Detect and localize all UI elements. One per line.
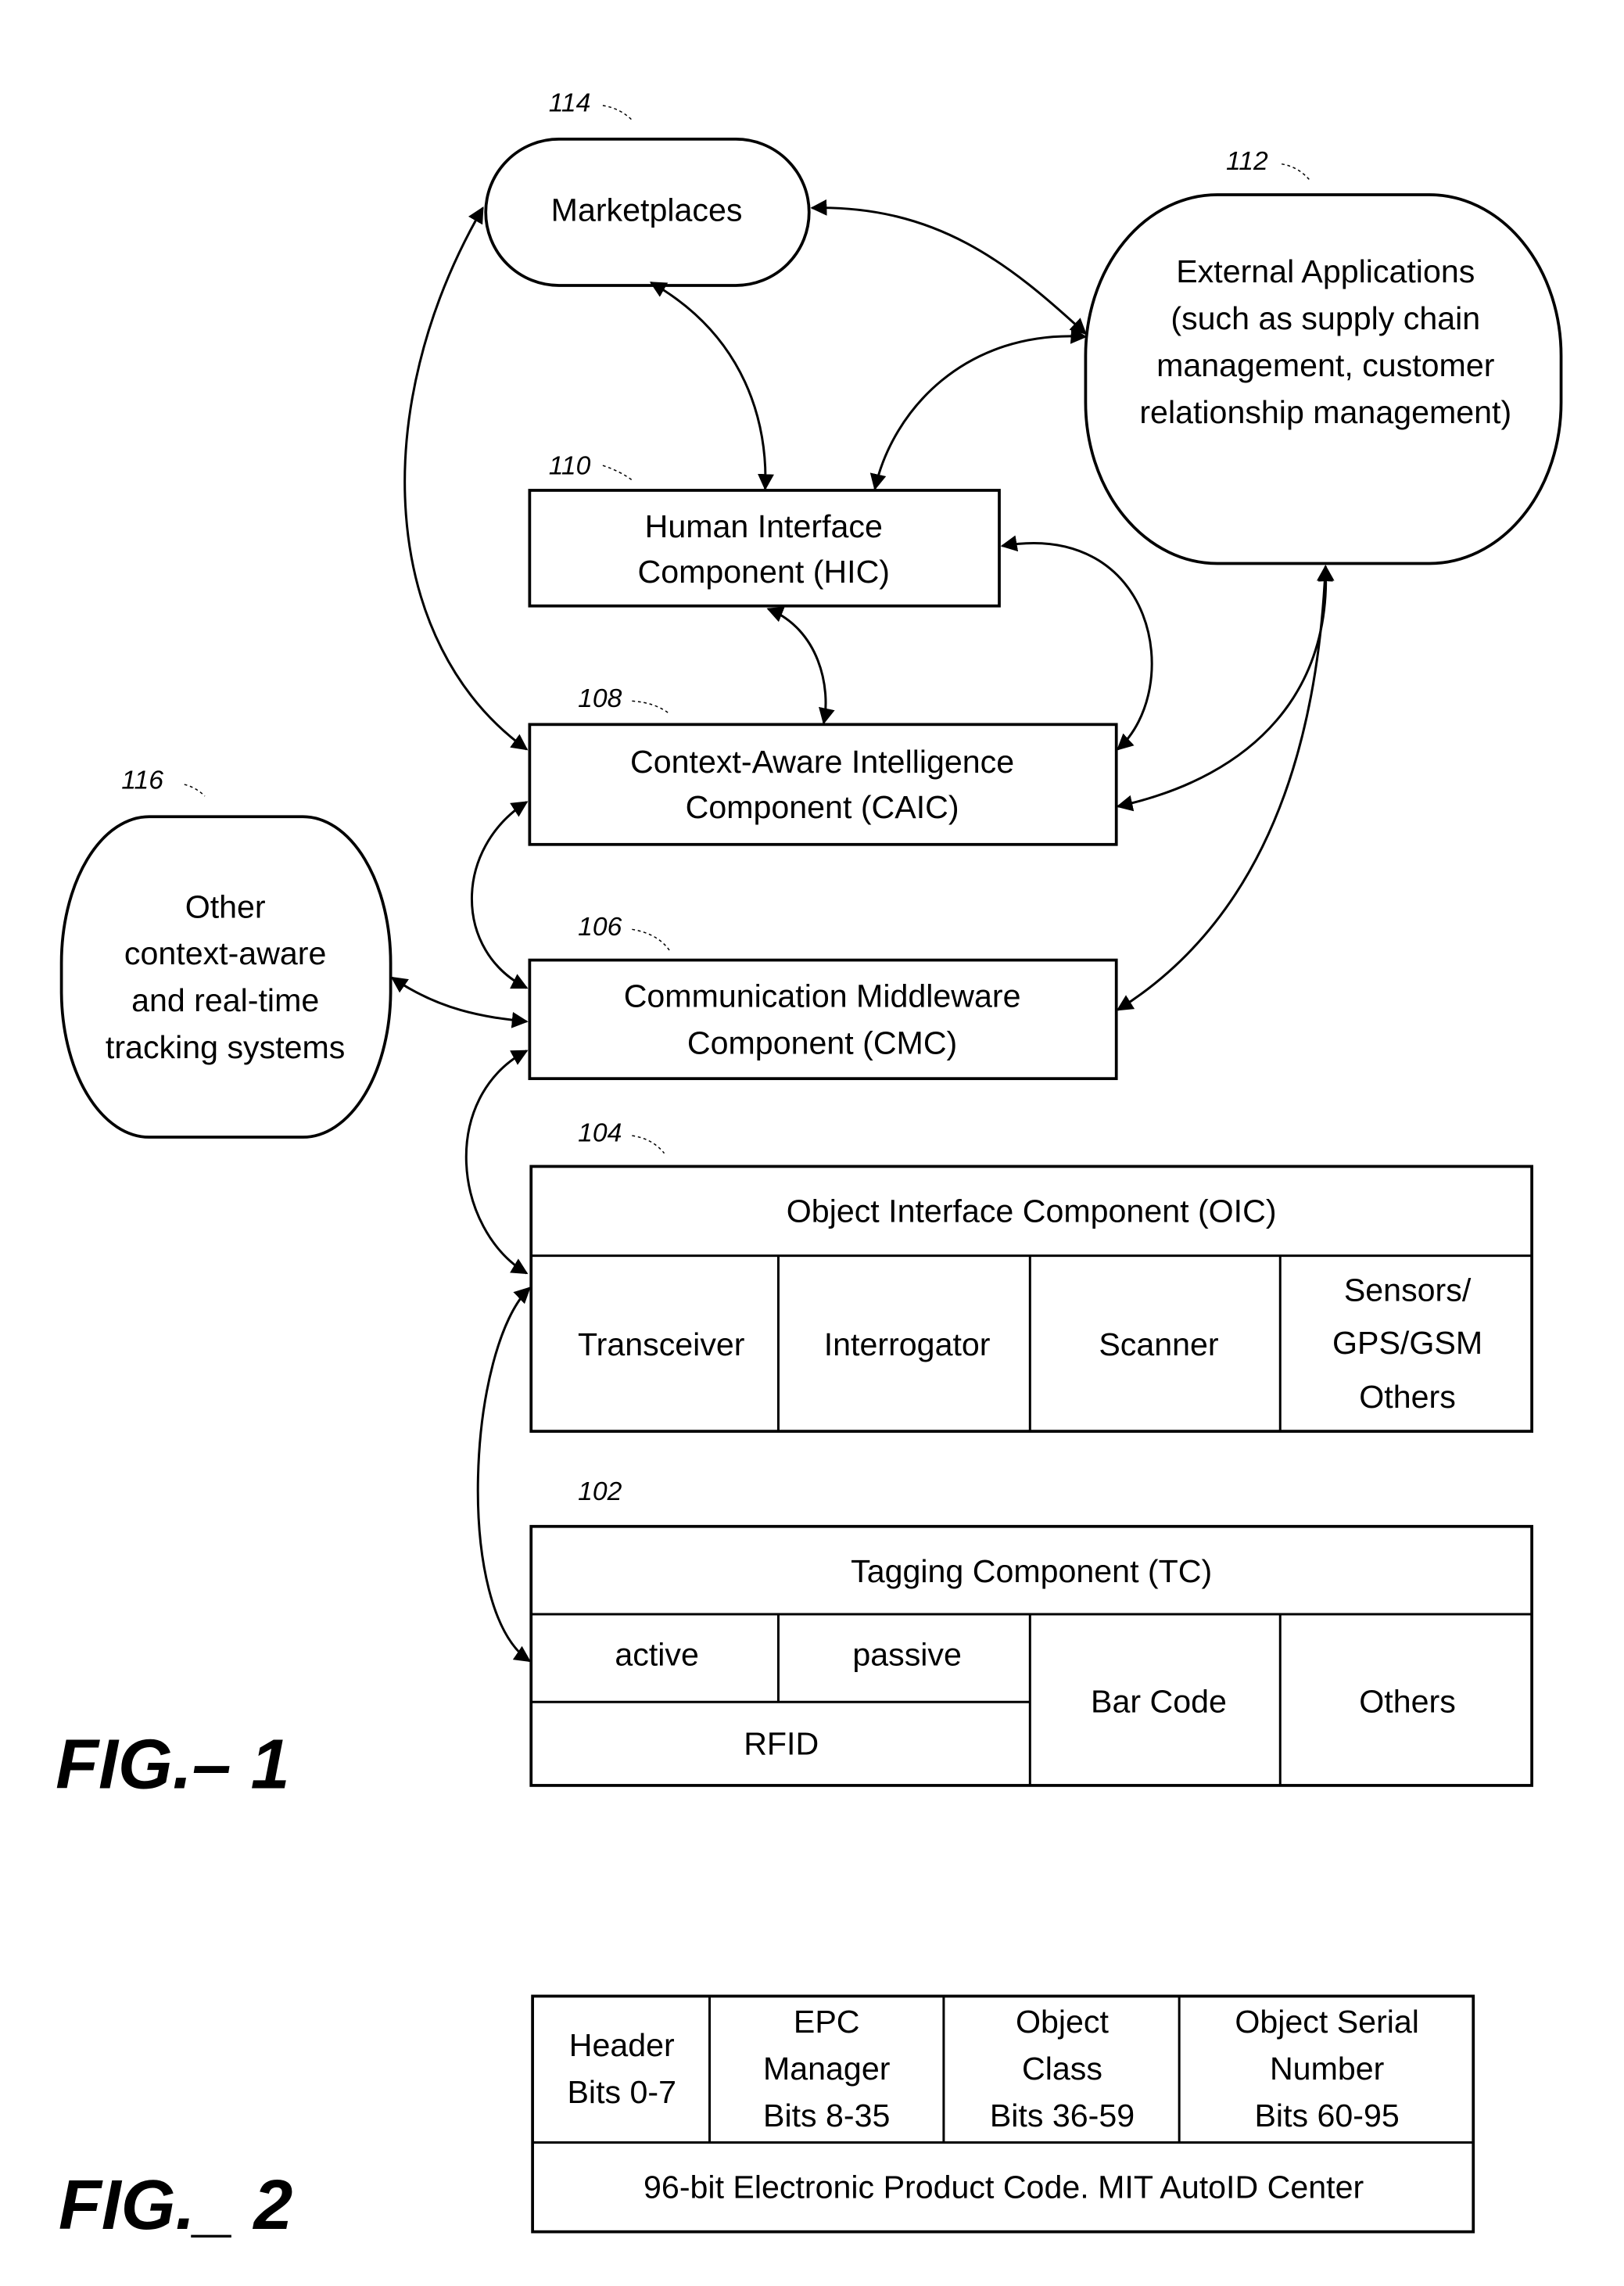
epc-manager-1: EPC <box>794 2004 860 2040</box>
external-applications-label-2: (such as supply chain <box>1170 300 1480 336</box>
ref-106: 106 <box>578 913 622 942</box>
external-applications-node: External Applications (such as supply ch… <box>1084 193 1563 565</box>
ref-112: 112 <box>1226 147 1268 176</box>
other-systems-node: Other context-aware and real-time tracki… <box>59 815 393 1139</box>
epc-object-class-1: Object <box>1016 2004 1110 2040</box>
tc-cell-others: Others <box>1359 1683 1456 1719</box>
hic-node: Human Interface Component (HIC) <box>528 489 1001 608</box>
epc-footer: 96-bit Electronic Product Code. MIT Auto… <box>644 2169 1364 2205</box>
oic-cell-sensors-3: Others <box>1359 1379 1456 1415</box>
fig2-caption: FIG._ 2 <box>59 2166 292 2245</box>
other-systems-label-2: context-aware <box>124 935 327 971</box>
oic-cell-scanner: Scanner <box>1099 1326 1219 1362</box>
oic-title: Object Interface Component (OIC) <box>787 1193 1277 1229</box>
external-applications-label-4: relationship management) <box>1139 394 1511 430</box>
oic-node: Object Interface Component (OIC) Transce… <box>529 1165 1533 1433</box>
caic-label-2: Component (CAIC) <box>686 789 959 825</box>
patent-figure: 114 112 110 108 116 106 104 102 Marketpl… <box>56 88 1563 2245</box>
arrow-marketplaces-hic <box>649 281 774 491</box>
tc-cell-barcode: Bar Code <box>1091 1683 1227 1719</box>
other-systems-label-4: tracking systems <box>106 1029 345 1065</box>
other-systems-label-1: Other <box>185 888 266 924</box>
ref-110: 110 <box>549 451 591 480</box>
arrow-marketplaces-caic <box>403 206 529 751</box>
arrow-cmc-oic <box>464 1050 529 1275</box>
arrow-external-hic <box>869 327 1088 491</box>
cmc-node: Communication Middleware Component (CMC) <box>528 958 1118 1081</box>
cmc-label-2: Component (CMC) <box>687 1025 957 1060</box>
fig2-epc-table: Header Bits 0-7 EPC Manager Bits 8-35 Ob… <box>531 1994 1475 2234</box>
tc-cell-active: active <box>615 1637 699 1673</box>
arrow-hic-caic <box>766 606 835 725</box>
epc-object-class-3: Bits 36-59 <box>990 2098 1135 2133</box>
ref-108: 108 <box>578 684 622 713</box>
external-applications-label-1: External Applications <box>1176 253 1475 289</box>
ref-102: 102 <box>578 1477 622 1506</box>
marketplaces-label: Marketplaces <box>551 192 743 228</box>
ref-116: 116 <box>121 766 163 795</box>
epc-manager-2: Manager <box>763 2051 891 2087</box>
epc-serial-1: Object Serial <box>1235 2004 1419 2040</box>
arrow-other-cmc <box>390 976 529 1028</box>
epc-header-1: Header <box>569 2027 675 2063</box>
arrow-hic-caic-right <box>1000 535 1153 751</box>
tc-cell-passive: passive <box>852 1637 962 1673</box>
epc-serial-2: Number <box>1270 2051 1385 2087</box>
arrow-marketplaces-external <box>810 199 1087 336</box>
tc-node: Tagging Component (TC) active passive RF… <box>529 1524 1533 1787</box>
epc-manager-3: Bits 8-35 <box>763 2098 890 2133</box>
other-systems-label-3: and real-time <box>131 982 319 1018</box>
ref-104: 104 <box>578 1119 622 1148</box>
epc-header-2: Bits 0-7 <box>567 2074 676 2110</box>
tc-title: Tagging Component (TC) <box>851 1553 1212 1589</box>
oic-cell-sensors-2: GPS/GSM <box>1332 1325 1482 1361</box>
marketplaces-node: Marketplaces <box>484 138 811 287</box>
tc-cell-rfid: RFID <box>744 1726 819 1762</box>
arrow-caic-cmc <box>471 801 529 989</box>
epc-object-class-2: Class <box>1022 2051 1102 2087</box>
hic-label-1: Human Interface <box>645 508 883 544</box>
caic-label-1: Context-Aware Intelligence <box>630 744 1014 780</box>
cmc-label-1: Communication Middleware <box>624 978 1021 1014</box>
caic-node: Context-Aware Intelligence Component (CA… <box>528 723 1118 846</box>
oic-cell-transceiver: Transceiver <box>578 1326 745 1362</box>
oic-cell-sensors-1: Sensors/ <box>1344 1272 1472 1308</box>
arrow-oic-tc <box>476 1287 532 1663</box>
fig1-caption: FIG.– 1 <box>56 1726 289 1804</box>
ref-114: 114 <box>549 88 591 117</box>
hic-label-2: Component (HIC) <box>638 554 891 590</box>
external-applications-label-3: management, customer <box>1156 347 1495 383</box>
epc-serial-3: Bits 60-95 <box>1254 2098 1399 2133</box>
oic-cell-interrogator: Interrogator <box>824 1326 991 1362</box>
